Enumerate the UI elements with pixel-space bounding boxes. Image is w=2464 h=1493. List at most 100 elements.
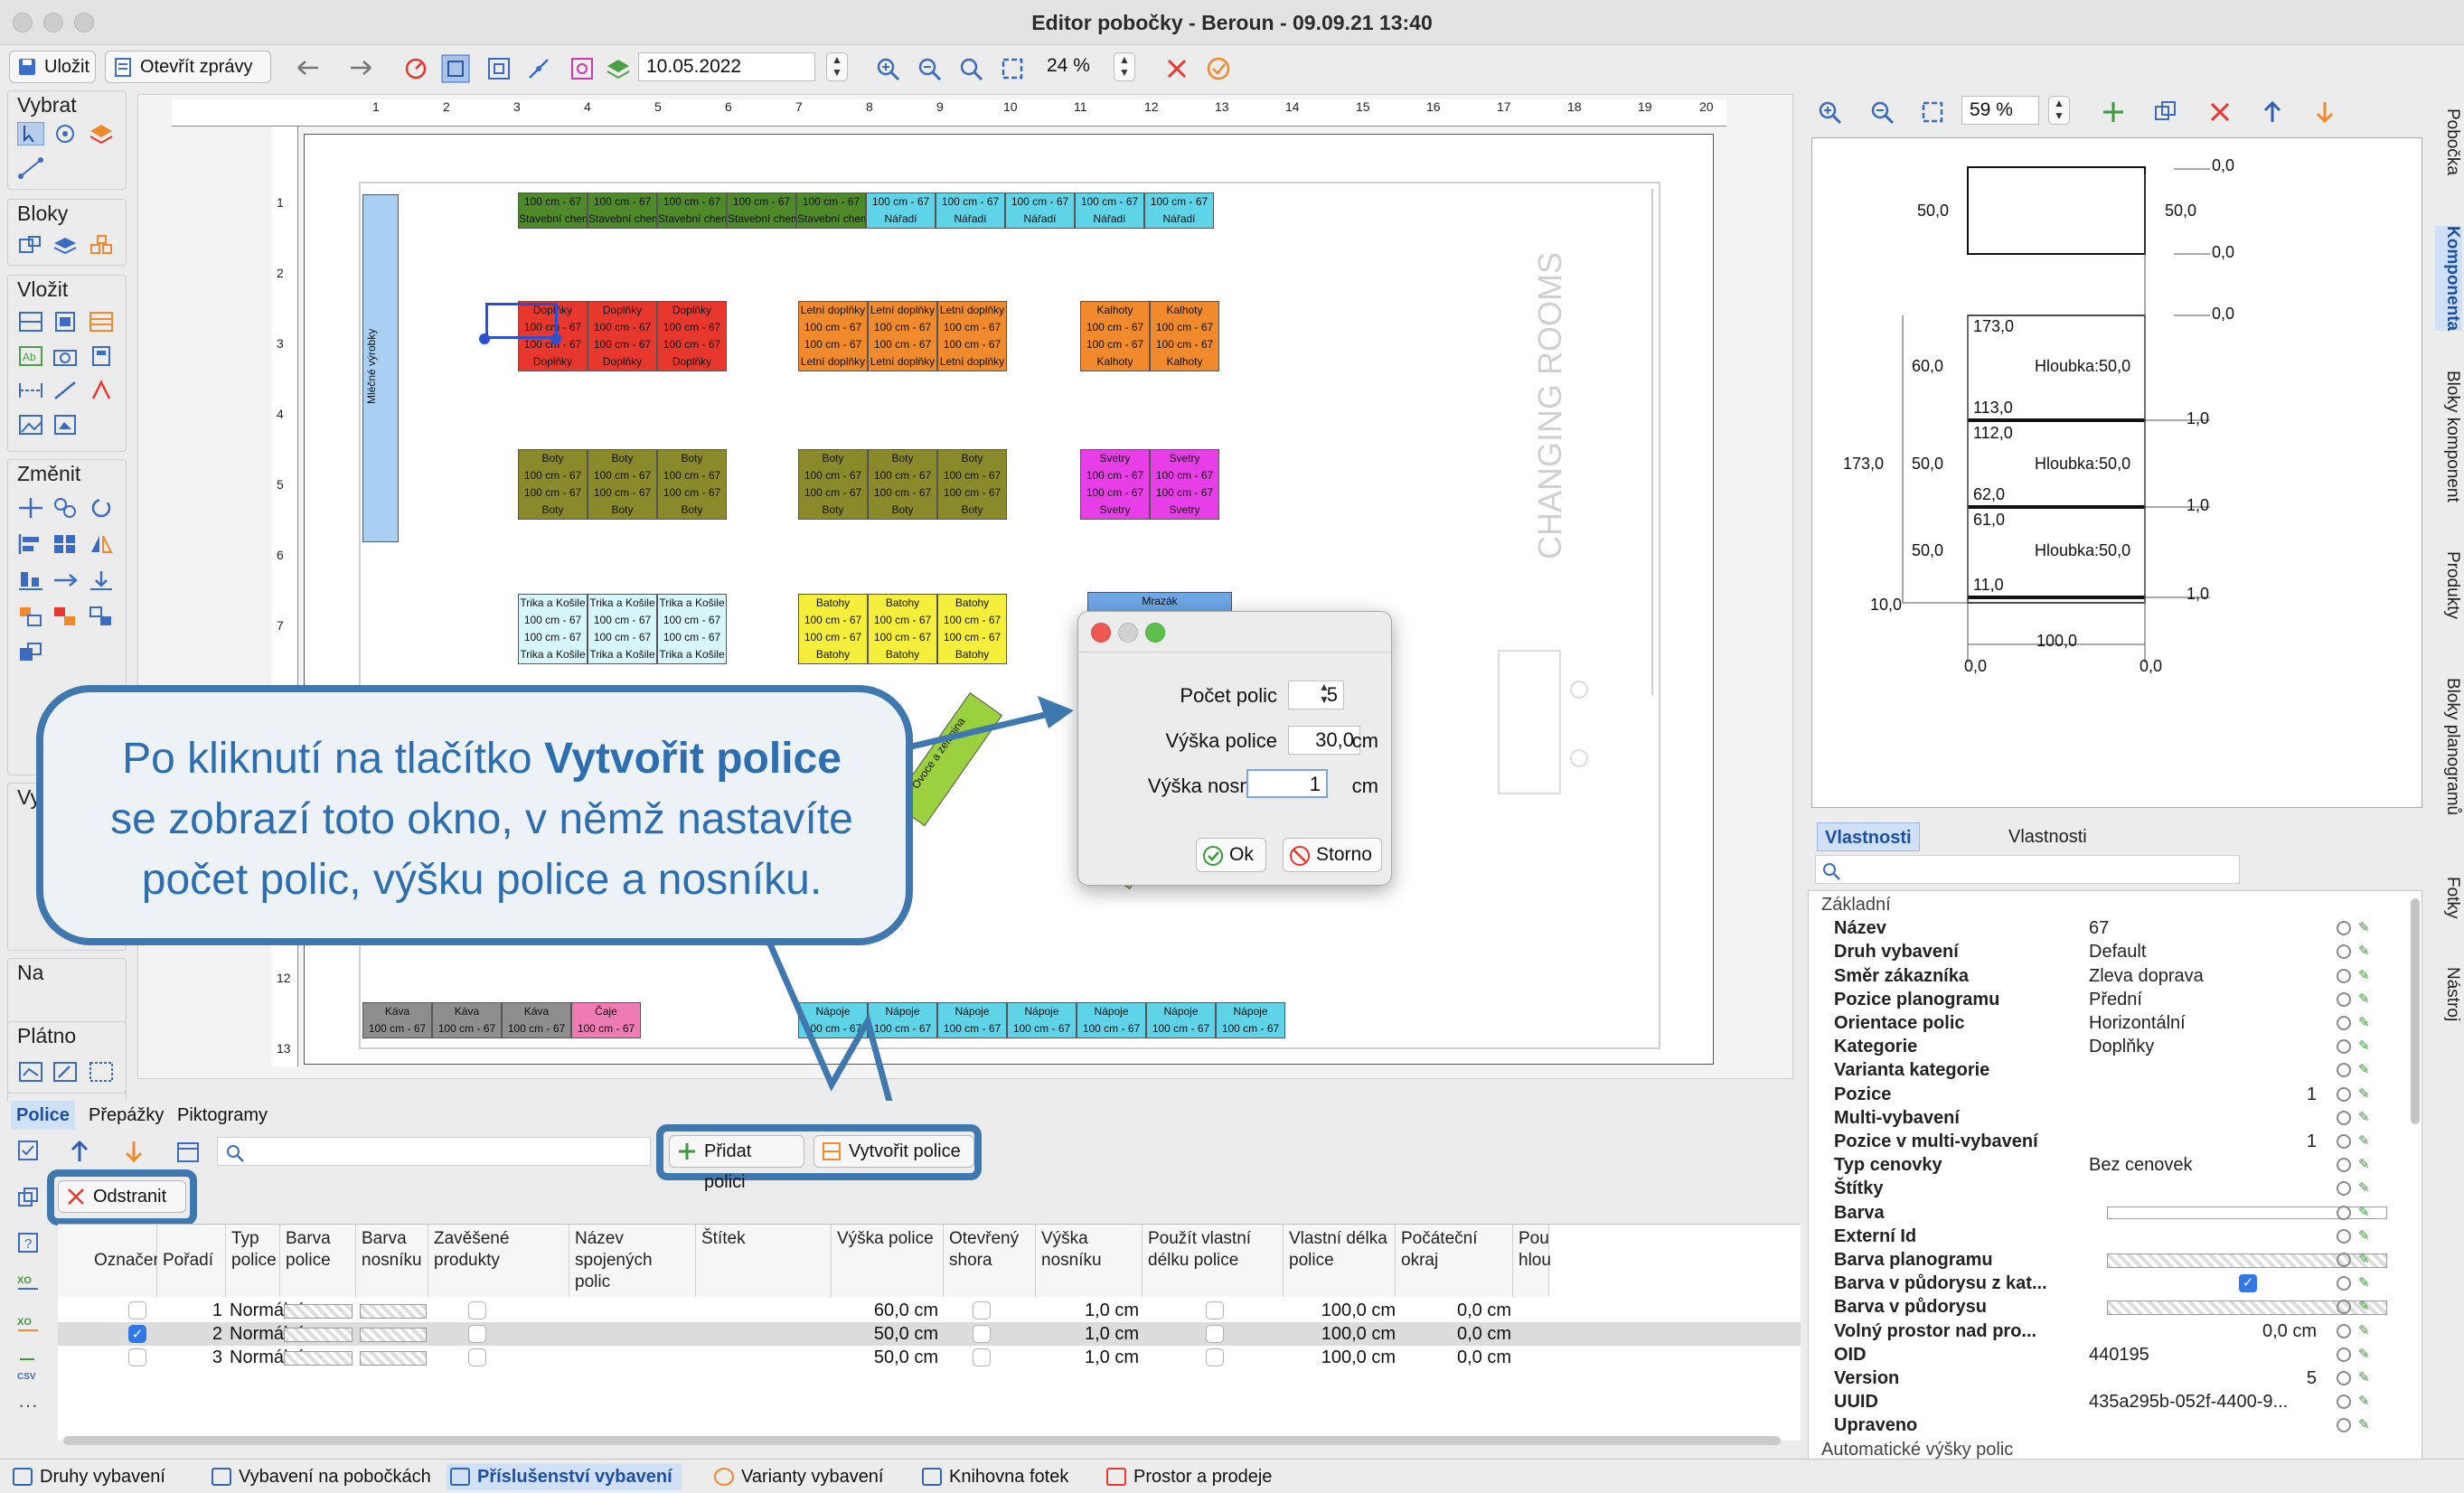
cell-length[interactable]: 100,0 cm: [1284, 1322, 1396, 1346]
preview-zoom-in-icon[interactable]: [1817, 99, 1842, 125]
property-row[interactable]: Orientace polic Horizontální ✎: [1809, 1011, 2414, 1035]
column-header[interactable]: Počáteční okraj: [1396, 1225, 1513, 1297]
edit-icon[interactable]: ✎: [2358, 1417, 2373, 1433]
reset-icon[interactable]: [2337, 944, 2351, 960]
side-tab-planogram-blocks[interactable]: Bloky planogramů: [2435, 678, 2462, 815]
property-row[interactable]: Pozice 1 ✎: [1809, 1083, 2414, 1106]
cell-beam[interactable]: 1,0 cm: [1036, 1346, 1139, 1369]
property-value[interactable]: Horizontální: [2089, 1011, 2186, 1035]
property-row[interactable]: Název 67 ✎: [1809, 916, 2414, 940]
side-tab-tool[interactable]: Nástroj: [2435, 967, 2462, 1021]
create-shelves-button[interactable]: Vytvořit police: [813, 1135, 974, 1168]
column-header[interactable]: Zavěšené produkty: [428, 1225, 569, 1297]
column-header[interactable]: Označené: [58, 1225, 173, 1297]
open-top-checkbox[interactable]: [973, 1325, 991, 1343]
reset-icon[interactable]: [2337, 1371, 2351, 1385]
property-value[interactable]: 1: [2307, 1130, 2317, 1153]
open-top-checkbox[interactable]: [973, 1348, 991, 1366]
excel-import-icon[interactable]: XO: [16, 1314, 40, 1338]
reset-icon[interactable]: [2337, 1086, 2351, 1102]
table-hscrollbar[interactable]: [63, 1436, 1781, 1445]
property-row[interactable]: Barva v půdorysu ✎: [1809, 1295, 2414, 1319]
check-square-icon[interactable]: [16, 1139, 40, 1162]
reset-icon[interactable]: [2337, 1039, 2351, 1055]
property-value[interactable]: 440195: [2089, 1343, 2149, 1366]
property-search[interactable]: [1815, 855, 2240, 884]
column-header[interactable]: Otevřený shora: [944, 1225, 1036, 1297]
copy-icon[interactable]: [16, 1186, 40, 1209]
property-value[interactable]: 5: [2307, 1366, 2317, 1390]
side-tab-products[interactable]: Produkty: [2435, 551, 2462, 619]
edit-icon[interactable]: ✎: [2358, 1015, 2373, 1031]
reset-icon[interactable]: [2337, 1181, 2351, 1197]
property-row[interactable]: Štítky ✎: [1809, 1177, 2414, 1200]
status-tab-space-sales[interactable]: Prostor a prodeje: [1103, 1463, 1272, 1490]
edit-icon[interactable]: ✎: [2358, 1347, 2373, 1363]
column-header[interactable]: Název spojených polic: [569, 1225, 696, 1297]
preview-zoom-out-icon[interactable]: [1869, 99, 1895, 125]
column-header[interactable]: Barva nosníku: [356, 1225, 428, 1297]
help-icon[interactable]: ?: [16, 1231, 40, 1254]
csv-icon[interactable]: CSV: [16, 1356, 40, 1383]
property-row[interactable]: Pozice planogramu Přední ✎: [1809, 988, 2414, 1011]
edit-icon[interactable]: ✎: [2358, 1370, 2373, 1386]
cell-length[interactable]: 100,0 cm: [1284, 1346, 1396, 1369]
table-row[interactable]: 3 Normální 50,0 cm 1,0 cm 100,0 cm 0,0 cm: [58, 1346, 1801, 1369]
property-value[interactable]: 67: [2089, 916, 2109, 940]
edit-icon[interactable]: ✎: [2358, 944, 2373, 960]
property-row[interactable]: Barva ✎: [1809, 1201, 2414, 1225]
move-down-icon[interactable]: [2312, 99, 2337, 125]
beam-color-swatch[interactable]: [360, 1351, 427, 1366]
reset-icon[interactable]: [2337, 1134, 2351, 1149]
property-row[interactable]: Kategorie Doplňky ✎: [1809, 1035, 2414, 1058]
shelf-preview[interactable]: 0,0 50,0 50,0 0,0 0,0 173,0 Hloubka:50,0…: [1811, 137, 2422, 808]
tab-pictograms[interactable]: Piktogramy: [172, 1101, 273, 1130]
shelf-color-swatch[interactable]: [284, 1328, 353, 1342]
cell-margin[interactable]: 0,0 cm: [1399, 1346, 1511, 1369]
property-value[interactable]: Default: [2089, 940, 2146, 963]
property-row[interactable]: Multi-vybavení ✎: [1809, 1106, 2414, 1130]
status-tab-branch-equipment[interactable]: Vybavení na pobočkách: [208, 1463, 431, 1490]
status-tab-variants[interactable]: Varianty vybavení: [710, 1463, 884, 1490]
edit-icon[interactable]: ✎: [2358, 968, 2373, 984]
hanging-checkbox[interactable]: [468, 1325, 486, 1343]
delete-x-icon[interactable]: [2207, 99, 2233, 125]
custom-length-checkbox[interactable]: [1206, 1325, 1224, 1343]
reset-icon[interactable]: [2337, 1158, 2351, 1173]
property-row[interactable]: Druh vybavení Default ✎: [1809, 940, 2414, 963]
side-tab-branch[interactable]: Pobočka: [2435, 108, 2462, 175]
edit-icon[interactable]: ✎: [2358, 1228, 2373, 1244]
property-row[interactable]: UUID 435a295b-052f-4400-9... ✎: [1809, 1390, 2414, 1413]
hanging-checkbox[interactable]: [468, 1348, 486, 1366]
reset-icon[interactable]: [2337, 1016, 2351, 1030]
cell-beam[interactable]: 1,0 cm: [1036, 1322, 1139, 1346]
excel-export-icon[interactable]: XO: [16, 1272, 40, 1296]
row-checkbox-checked[interactable]: ✓: [128, 1325, 146, 1343]
row-checkbox[interactable]: [128, 1348, 146, 1366]
property-row[interactable]: Směr zákazníka Zleva doprava ✎: [1809, 964, 2414, 988]
property-section[interactable]: Základní: [1809, 893, 2414, 916]
reset-icon[interactable]: [2337, 968, 2351, 983]
property-row[interactable]: Barva planogramu ✎: [1809, 1248, 2414, 1272]
edit-icon[interactable]: ✎: [2358, 1110, 2373, 1126]
column-header[interactable]: Pořadí: [157, 1225, 226, 1297]
status-tab-accessories[interactable]: Příslušenství vybavení: [447, 1463, 682, 1490]
reset-icon[interactable]: [2337, 1394, 2351, 1410]
property-scrollbar[interactable]: [2411, 898, 2420, 1124]
move-up-icon[interactable]: [2260, 99, 2285, 125]
reset-icon[interactable]: [2337, 1228, 2351, 1244]
property-value[interactable]: 435a295b-052f-4400-9...: [2089, 1390, 2288, 1413]
reset-icon[interactable]: [2337, 1276, 2351, 1291]
shelf-color-swatch[interactable]: [284, 1351, 353, 1366]
side-tab-component[interactable]: Komponenta: [2435, 226, 2462, 332]
move-down-icon[interactable]: [121, 1139, 146, 1164]
shelves-search[interactable]: [217, 1137, 651, 1166]
edit-icon[interactable]: ✎: [2358, 1062, 2373, 1078]
tab-dividers[interactable]: Přepážky: [83, 1101, 169, 1130]
cell-height[interactable]: 50,0 cm: [832, 1322, 938, 1346]
custom-length-checkbox[interactable]: [1206, 1301, 1224, 1319]
column-header[interactable]: Barva police: [280, 1225, 356, 1297]
property-row[interactable]: Pozice v multi-vybavení 1 ✎: [1809, 1130, 2414, 1153]
property-row[interactable]: Typ cenovky Bez cenovek ✎: [1809, 1153, 2414, 1177]
more-icon[interactable]: ···: [18, 1394, 38, 1417]
